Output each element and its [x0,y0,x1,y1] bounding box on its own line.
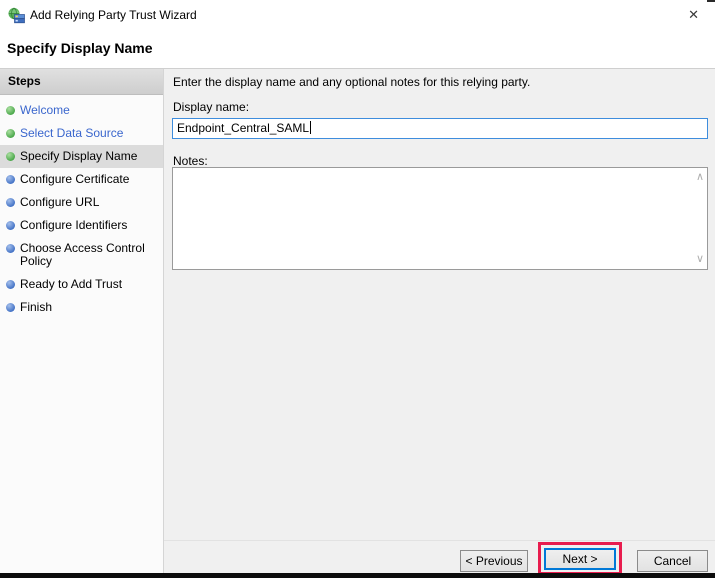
adfs-wizard-icon [8,7,25,24]
step-label: Configure Identifiers [20,218,128,232]
intro-text: Enter the display name and any optional … [173,75,531,89]
step-status-dot [6,175,15,184]
step-label: Finish [20,300,53,314]
notes-label: Notes: [173,154,208,168]
wizard-content-pane: Enter the display name and any optional … [164,69,715,575]
text-caret [310,121,312,134]
sidebar-step-ready-to-add-trust: Ready to Add Trust [0,273,163,296]
display-name-value: Endpoint_Central_SAML [177,121,310,135]
step-status-dot [6,303,15,312]
step-status-dot [6,129,15,138]
close-icon[interactable]: ✕ [684,6,703,24]
sidebar-step-finish: Finish [0,296,163,319]
sidebar-step-choose-access-control-policy: Choose Access Control Policy [0,237,163,273]
previous-button[interactable]: < Previous [460,550,528,572]
step-status-dot [6,152,15,161]
chevron-down-icon[interactable]: ∨ [696,254,704,265]
sidebar-step-configure-certificate: Configure Certificate [0,168,163,191]
step-label: Specify Display Name [20,149,138,163]
step-label: Select Data Source [20,126,124,140]
wizard-window: Add Relying Party Trust Wizard ✕ Specify… [0,0,715,578]
step-label: Choose Access Control Policy [20,241,145,268]
sidebar-step-specify-display-name: Specify Display Name [0,145,163,168]
sidebar-step-configure-url: Configure URL [0,191,163,214]
step-label: Configure URL [20,195,100,209]
step-label: Configure Certificate [20,172,130,186]
screen-crop-artifact [707,0,715,2]
sidebar-step-select-data-source[interactable]: Select Data Source [0,122,163,145]
buttonbar-divider [164,540,715,541]
page-title: Specify Display Name [7,40,153,56]
chevron-up-icon[interactable]: ∧ [696,172,704,183]
display-name-input[interactable]: Endpoint_Central_SAML [172,118,708,139]
cancel-button[interactable]: Cancel [637,550,708,572]
bottom-edge-bar [0,573,715,578]
sidebar-step-configure-identifiers: Configure Identifiers [0,214,163,237]
notes-textarea[interactable]: ∧ ∨ [172,167,708,270]
titlebar: Add Relying Party Trust Wizard ✕ [0,0,715,30]
window-title: Add Relying Party Trust Wizard [30,8,197,22]
sidebar-step-welcome[interactable]: Welcome [0,99,163,122]
step-status-dot [6,221,15,230]
step-status-dot [6,244,15,253]
step-label: Ready to Add Trust [20,277,123,291]
step-status-dot [6,198,15,207]
steps-sidebar: Steps Welcome Select Data Source Specify D… [0,69,164,574]
steps-header: Steps [0,69,163,95]
next-button[interactable]: Next > [544,548,616,570]
step-label: Welcome [20,103,70,117]
steps-list: Welcome Select Data Source Specify Display… [0,99,163,319]
step-status-dot [6,106,15,115]
display-name-label: Display name: [173,100,250,114]
step-status-dot [6,280,15,289]
next-button-highlight-annotation: Next > [538,542,622,575]
